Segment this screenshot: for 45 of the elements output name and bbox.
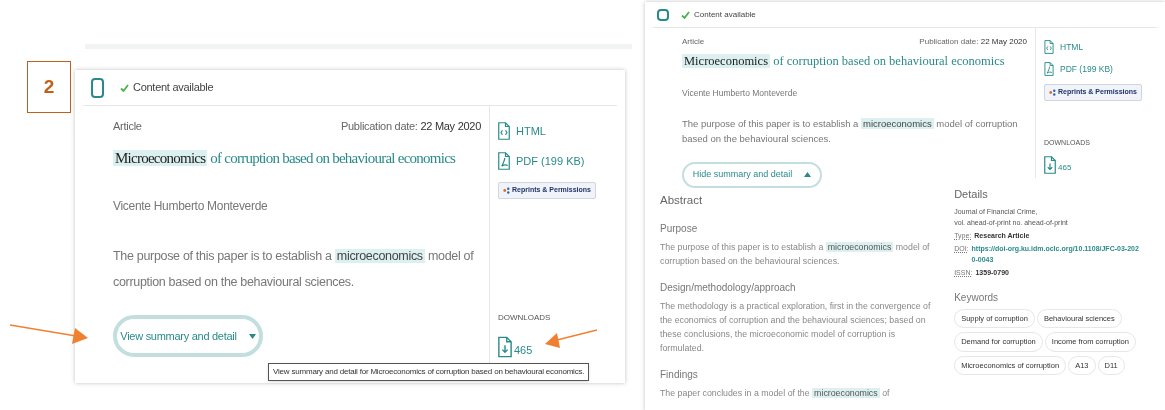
checkbox[interactable]: [657, 8, 669, 21]
downloads-label: DOWNLOADS: [498, 312, 552, 324]
summary-toggle-button[interactable]: Hide summary and detail: [682, 161, 822, 188]
article-title-link[interactable]: Microeconomics of corruption based on behavioural economics: [113, 146, 481, 169]
step-number-label: 2: [27, 61, 71, 113]
file-code-icon: [1044, 40, 1054, 54]
publication-date: Publication date: 22 May 2020: [919, 36, 1027, 48]
download-link[interactable]: PDF (199 KB): [1044, 62, 1150, 76]
download-count: 465: [514, 342, 533, 358]
download-link[interactable]: PDF (199 KB): [498, 152, 624, 170]
subsection-heading: Purpose: [660, 221, 699, 236]
availability-label: Content available: [694, 8, 756, 21]
section-heading: Details: [954, 186, 989, 202]
download-link[interactable]: HTML: [498, 122, 624, 140]
file-pdf-icon: [498, 152, 510, 170]
summary-text: The purpose of this paper is to establish a microeconomics model of corruption based on the behavioural sciences.: [113, 248, 475, 291]
file-download-icon: [1044, 156, 1056, 174]
checkbox[interactable]: [91, 77, 104, 98]
annotation-arrow: [545, 328, 597, 350]
publication-date: Publication date: 22 May 2020: [340, 119, 481, 134]
article-title-link[interactable]: Microeconomics of corruption based on behavioural economics: [682, 52, 1027, 71]
summary-text: The purpose of this paper is to establish a microeconomics model of corruption based on the behavioural sciences.: [682, 116, 1019, 146]
share-nodes-icon: [503, 186, 510, 194]
article-type: Article: [682, 36, 705, 48]
article-type: Article: [113, 119, 142, 134]
summary-toggle-button[interactable]: View summary and detail: [113, 315, 263, 357]
subsection-heading: Findings: [660, 367, 699, 382]
tooltip: View summary and detail for Microeconomics of corruption based on behavioural economics.: [268, 363, 590, 381]
author-name: Vicente Humberto Monteverde: [682, 86, 799, 100]
check-icon: [120, 83, 129, 92]
download-count: 465: [1058, 162, 1072, 174]
check-icon: [681, 10, 690, 19]
author-name: Vicente Humberto Monteverde: [113, 198, 269, 215]
availability-label: Content available: [133, 80, 214, 96]
file-code-icon: [498, 122, 510, 140]
download-link[interactable]: HTML: [1044, 40, 1150, 54]
abstract-paragraph: The paper concludes in a model of the microeconomics of: [660, 386, 891, 400]
share-nodes-icon: [1049, 88, 1056, 96]
file-pdf-icon: [1044, 62, 1054, 76]
section-heading: Keywords: [954, 291, 1000, 305]
file-download-icon: [498, 336, 512, 358]
abstract-paragraph: The methodology is a practical exploration, first in the convergence of the economics of corruption and the behavioural sciences; based on these conclusions, the microeconomic model of corruption is formulated.: [660, 299, 932, 355]
abstract-paragraph: The purpose of this paper is to establish a microeconomics model of corruption based on the behavioural sciences.: [660, 240, 931, 268]
subsection-heading: Design/methodology/approach: [660, 280, 797, 295]
section-heading: Abstract: [660, 192, 704, 208]
